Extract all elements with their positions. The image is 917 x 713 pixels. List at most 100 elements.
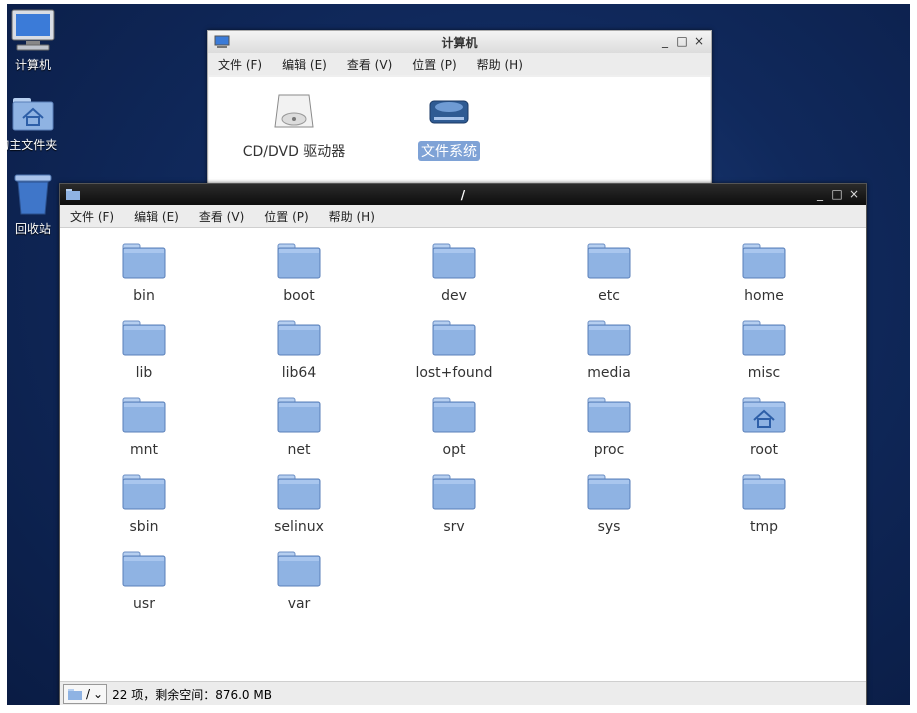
desktop-icon-label: t 的主文件夹 [7,138,58,152]
folder-item[interactable]: proc [554,396,664,458]
folder-item[interactable]: root [709,396,819,458]
root-folder-window: / _ □ × 文件 (F) 编辑 (E) 查看 (V) 位置 (P) 帮助 (… [59,183,867,705]
folder-label: var [287,596,311,612]
window-controls: _ □ × [814,187,860,201]
folder-icon [122,551,166,587]
folder-icon [122,320,166,356]
menubar: 文件 (F) 编辑 (E) 查看 (V) 位置 (P) 帮助 (H) [208,53,711,75]
root-window-titlebar[interactable]: / _ □ × [60,184,866,205]
desktop: 计算机 t 的主文件夹 回收站 计算机 _ □ × [7,4,910,705]
menu-places[interactable]: 位置 (P) [412,56,456,73]
desktop-icon-home[interactable]: t 的主文件夹 [7,92,68,153]
folder-item[interactable]: sys [554,473,664,535]
folder-label: boot [283,288,315,304]
folder-icon [277,551,321,587]
folder-label: tmp [749,519,778,535]
folder-item[interactable]: lib64 [244,319,354,381]
folder-label: media [587,365,631,381]
close-button[interactable]: × [848,187,860,201]
trash-icon [14,174,52,215]
folder-item[interactable]: bin [89,242,199,304]
folder-label: home [744,288,784,304]
folder-icon [277,320,321,356]
folder-item[interactable]: sbin [89,473,199,535]
chevron-down-icon: ⌄ [93,687,104,701]
menu-places[interactable]: 位置 (P) [264,208,308,225]
folder-item[interactable]: srv [399,473,509,535]
maximize-button[interactable]: □ [831,187,843,201]
folder-item[interactable]: lost+found [399,319,509,381]
folder-icon [432,243,476,279]
drive-label: CD/DVD 驱动器 [242,144,346,160]
folder-icon [277,474,321,510]
folder-icon [432,320,476,356]
folder-item[interactable]: usr [89,550,199,612]
folder-item[interactable]: tmp [709,473,819,535]
menu-file[interactable]: 文件 (F) [218,56,262,73]
drive-item-filesystem[interactable]: 文件系统 [394,89,504,161]
folder-item[interactable]: net [244,396,354,458]
drive-item-cdrom[interactable]: CD/DVD 驱动器 [239,89,349,161]
folder-icon [122,243,166,279]
folder-item[interactable]: selinux [244,473,354,535]
folder-icon [432,397,476,433]
folder-item[interactable]: dev [399,242,509,304]
folder-item[interactable]: var [244,550,354,612]
folder-label: selinux [274,519,324,535]
optical-drive-icon [274,94,314,128]
folder-small-icon [66,189,80,200]
folder-label: usr [133,596,155,612]
folder-icon [122,474,166,510]
minimize-button[interactable]: _ [814,187,826,201]
folder-item[interactable]: media [554,319,664,381]
menu-edit[interactable]: 编辑 (E) [134,208,179,225]
menubar: 文件 (F) 编辑 (E) 查看 (V) 位置 (P) 帮助 (H) [60,205,866,228]
folder-item[interactable]: home [709,242,819,304]
folder-label: bin [133,288,155,304]
folder-label: misc [747,365,781,381]
window-controls: _ □ × [659,34,705,48]
menu-view[interactable]: 查看 (V) [199,208,244,225]
desktop-icon-computer[interactable]: 计算机 [7,8,68,73]
folder-item[interactable]: mnt [89,396,199,458]
folder-label: opt [442,442,466,458]
menu-file[interactable]: 文件 (F) [70,208,114,225]
folder-grid: bin boot dev etc home lib lib64 lost+found media… [60,228,866,682]
folder-label: lib [135,365,153,381]
desktop-icon-label: 计算机 [14,58,51,72]
menu-view[interactable]: 查看 (V) [347,56,392,73]
menu-help[interactable]: 帮助 (H) [329,208,375,225]
home-folder-icon [12,98,54,131]
maximize-button[interactable]: □ [676,34,688,48]
folder-item[interactable]: misc [709,319,819,381]
folder-item[interactable]: opt [399,396,509,458]
folder-label: proc [593,442,625,458]
folder-icon [742,320,786,356]
folder-icon [277,243,321,279]
folder-item[interactable]: etc [554,242,664,304]
menu-edit[interactable]: 编辑 (E) [282,56,327,73]
folder-icon [587,320,631,356]
close-button[interactable]: × [693,34,705,48]
folder-icon [587,397,631,433]
window-title: / [460,187,466,202]
folder-item[interactable]: boot [244,242,354,304]
folder-item[interactable]: lib [89,319,199,381]
folder-label: sys [597,519,621,535]
folder-label: etc [598,288,620,304]
computer-window-content: CD/DVD 驱动器 文件系统 [209,77,710,191]
folder-label: srv [443,519,465,535]
computer-window: 计算机 _ □ × 文件 (F) 编辑 (E) 查看 (V) 位置 (P) 帮助… [207,30,712,192]
path-button[interactable]: / ⌄ [63,684,108,704]
computer-small-icon [214,35,230,48]
folder-small-icon [68,688,82,700]
status-text: 22 项，剩余空间：876.0 MB [112,687,272,702]
window-title: 计算机 [441,35,478,50]
folder-icon [122,397,166,433]
computer-window-titlebar[interactable]: 计算机 _ □ × [208,31,711,53]
folder-label: lost+found [415,365,493,381]
statusbar: / ⌄ 22 项，剩余空间：876.0 MB [60,681,866,705]
menu-help[interactable]: 帮助 (H) [477,56,523,73]
minimize-button[interactable]: _ [659,34,671,48]
folder-icon [432,474,476,510]
